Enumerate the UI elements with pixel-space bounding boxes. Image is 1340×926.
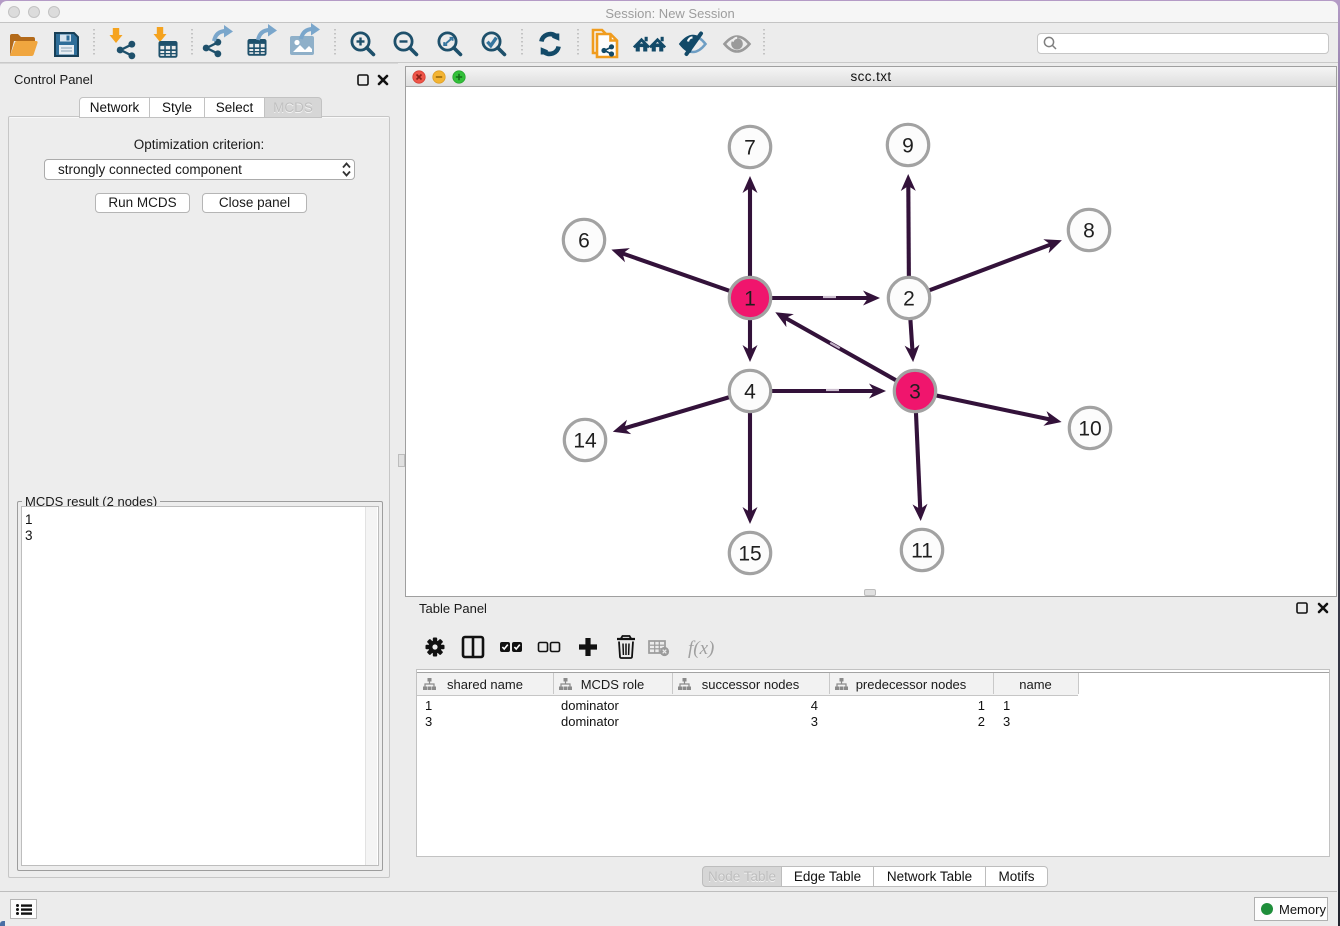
svg-text:1: 1 [744,288,756,311]
svg-text:11: 11 [911,540,933,563]
svg-text:4: 4 [744,381,756,404]
svg-text:14: 14 [573,430,597,453]
svg-text:7: 7 [744,137,756,160]
svg-text:15: 15 [738,543,761,566]
svg-text:f(x): f(x) [688,638,714,659]
svg-text:2: 2 [903,288,915,311]
svg-text:8: 8 [1083,220,1095,243]
svg-text:9: 9 [902,135,914,158]
svg-text:10: 10 [1078,418,1101,441]
svg-text:6: 6 [578,230,590,253]
svg-text:3: 3 [909,381,921,404]
